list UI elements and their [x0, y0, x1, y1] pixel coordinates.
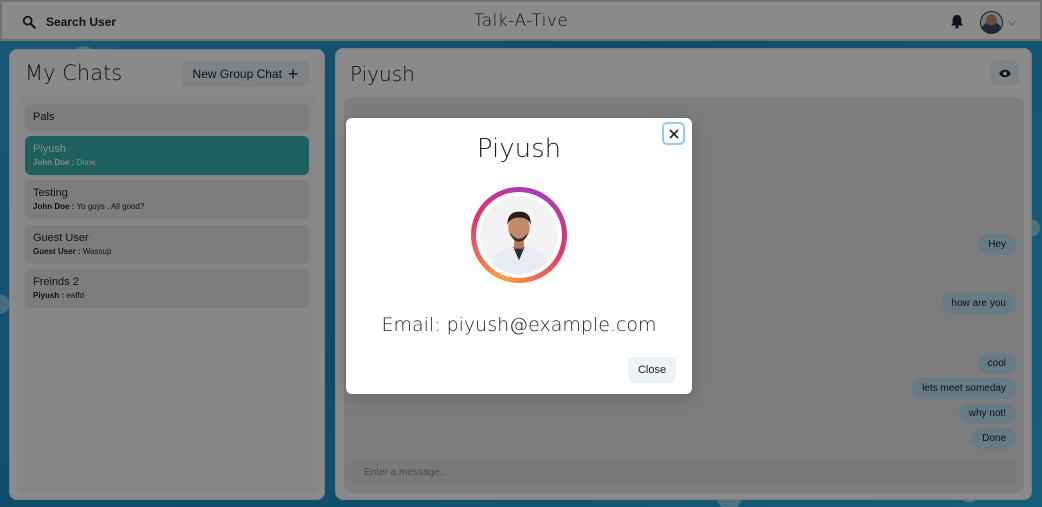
profile-email: Email: piyush@example.com	[381, 314, 657, 336]
close-button[interactable]: Close	[628, 357, 676, 383]
profile-photo	[480, 196, 558, 274]
profile-picture	[471, 187, 567, 283]
modal-title: Piyush	[476, 134, 562, 164]
profile-modal: Piyush Email: piyush@example.com Close	[346, 118, 692, 394]
